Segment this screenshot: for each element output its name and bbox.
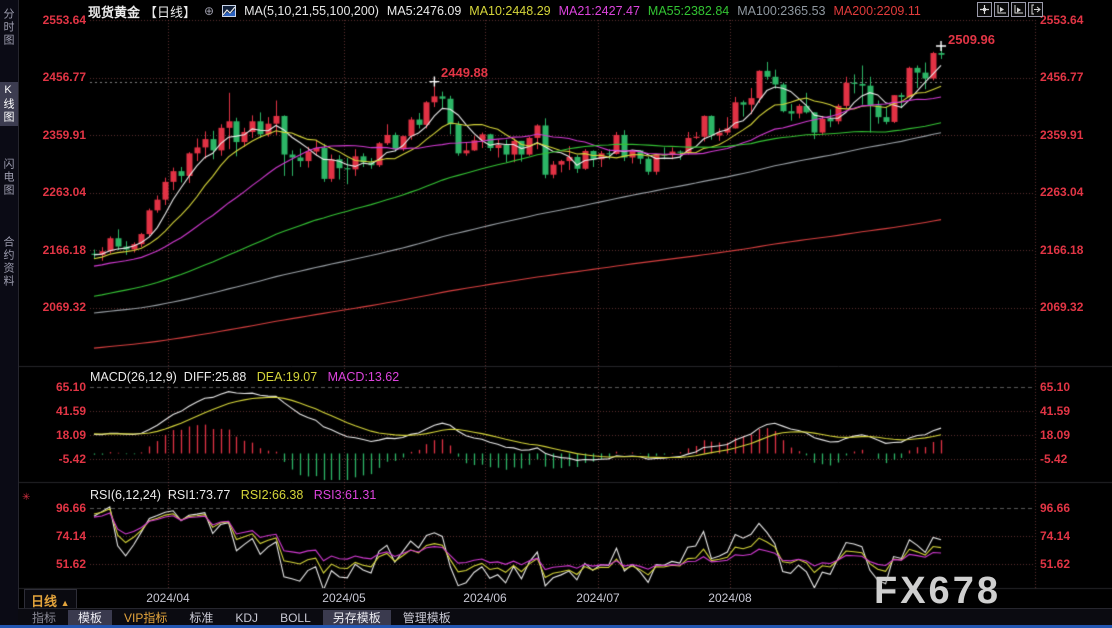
compress-xaxis-icon[interactable]: [994, 2, 1009, 17]
xaxis-month-label: 2024/08: [708, 591, 752, 605]
ma55-value: MA55:2382.84: [647, 4, 730, 18]
sidebar-item-contract-info[interactable]: 合约资料: [0, 234, 18, 290]
kline-chart-canvas[interactable]: [0, 0, 1112, 628]
tab-kdj[interactable]: KDJ: [225, 610, 268, 626]
expand-xaxis-icon[interactable]: [1011, 2, 1026, 17]
macd-tick-left: 65.10: [55, 380, 86, 394]
fx678-watermark: FX678: [874, 570, 1001, 612]
macd-value: MACD:13.62: [327, 370, 400, 384]
rsi2-value: RSI2:66.38: [240, 488, 304, 502]
xaxis-month-label: 2024/04: [146, 591, 190, 605]
tab-standard[interactable]: 标准: [179, 610, 223, 626]
period-title: 【日线】: [144, 4, 197, 20]
rsi-tick-left: 96.66: [55, 501, 86, 515]
macd-tick-right: 18.09: [1040, 428, 1071, 442]
caret-up-icon: ▲: [60, 598, 70, 608]
left-sidebar: 分时图 K线图 闪电图 合约资料: [0, 0, 19, 628]
macd-title: MACD(26,12,9): [90, 370, 177, 384]
macd-tick-right: 41.59: [1040, 404, 1071, 418]
macd-tick-left: 18.09: [55, 428, 86, 442]
price-tick-left: 2359.91: [42, 128, 86, 142]
high-price-label-last: 2509.96: [948, 32, 995, 47]
price-tick-right: 2359.91: [1040, 128, 1084, 142]
ma21-value: MA21:2427.47: [558, 4, 640, 18]
rsi-tick-right: 74.14: [1040, 529, 1071, 543]
high-price-label-may: 2449.88: [441, 65, 488, 80]
xaxis-month-label: 2024/06: [463, 591, 507, 605]
chart-header: 现货黄金 【日线】 ⊕ MA(5,10,21,55,100,200) MA5:24…: [88, 2, 921, 20]
tab-indicators[interactable]: 指标: [22, 610, 66, 626]
sidebar-item-kline-chart[interactable]: K线图: [0, 82, 18, 126]
rsi-tick-left: 74.14: [55, 529, 86, 543]
tab-manage-template[interactable]: 管理模板: [393, 610, 461, 626]
xaxis-month-label: 2024/05: [322, 591, 366, 605]
ma10-value: MA10:2448.29: [469, 4, 551, 18]
macd-header: MACD(26,12,9) DIFF:25.88 DEA:19.07 MACD:…: [90, 370, 399, 384]
bottom-tab-bar: 指标 模板 VIP指标 标准 KDJ BOLL 另存模板 管理模板: [18, 608, 1112, 626]
price-tick-right: 2166.18: [1040, 243, 1084, 257]
price-tick-left: 2166.18: [42, 243, 86, 257]
symbol-title: 现货黄金: [88, 4, 141, 20]
price-tick-right: 2263.04: [1040, 185, 1084, 199]
price-tick-left: 2263.04: [42, 185, 86, 199]
sidebar-item-time-chart[interactable]: 分时图: [0, 6, 18, 49]
price-tick-left: 2553.64: [42, 13, 86, 27]
rsi3-value: RSI3:61.31: [313, 488, 377, 502]
tab-template[interactable]: 模板: [68, 609, 113, 626]
ma100-value: MA100:2365.53: [737, 4, 826, 18]
macd-tick-right: -5.42: [1040, 452, 1068, 466]
tab-vip-indicators[interactable]: VIP指标: [114, 610, 177, 626]
rsi1-value: RSI1:73.77: [167, 488, 231, 502]
ma5-value: MA5:2476.09: [386, 4, 462, 18]
price-tick-left: 2456.77: [42, 70, 86, 84]
chart-toolbar: [977, 2, 1043, 17]
timeframe-label: 日线: [31, 594, 58, 609]
macd-diff-value: DIFF:25.88: [183, 370, 247, 384]
price-tick-right: 2456.77: [1040, 70, 1084, 84]
rsi-title: RSI(6,12,24): [90, 488, 161, 502]
panel-marker-icon[interactable]: ✳: [22, 492, 30, 503]
macd-tick-left: -5.42: [58, 452, 86, 466]
indicator-chart-icon[interactable]: [222, 5, 237, 17]
tab-save-template[interactable]: 另存模板: [322, 609, 391, 626]
price-tick-right: 2069.32: [1040, 300, 1084, 314]
ma200-value: MA200:2209.11: [833, 4, 921, 18]
ma-settings-label: MA(5,10,21,55,100,200): [244, 4, 379, 18]
crosshair-icon[interactable]: [977, 2, 992, 17]
xaxis-month-label: 2024/07: [576, 591, 620, 605]
exit-chart-icon[interactable]: [1028, 2, 1043, 17]
rsi-tick-left: 51.62: [55, 557, 86, 571]
rsi-header: RSI(6,12,24) RSI1:73.77 RSI2:66.38 RSI3:…: [90, 488, 376, 502]
circle-plus-icon[interactable]: ⊕: [204, 4, 214, 18]
sidebar-item-lightning-chart[interactable]: 闪电图: [0, 156, 18, 199]
macd-tick-left: 41.59: [55, 404, 86, 418]
macd-tick-right: 65.10: [1040, 380, 1071, 394]
price-tick-right: 2553.64: [1040, 13, 1084, 27]
macd-dea-value: DEA:19.07: [256, 370, 318, 384]
trading-app-window: { "sidebar": { "items": [ {"label": "分时图…: [0, 0, 1112, 628]
tab-boll[interactable]: BOLL: [270, 610, 321, 626]
price-tick-left: 2069.32: [42, 300, 86, 314]
rsi-tick-right: 51.62: [1040, 557, 1071, 571]
rsi-tick-right: 96.66: [1040, 501, 1071, 515]
